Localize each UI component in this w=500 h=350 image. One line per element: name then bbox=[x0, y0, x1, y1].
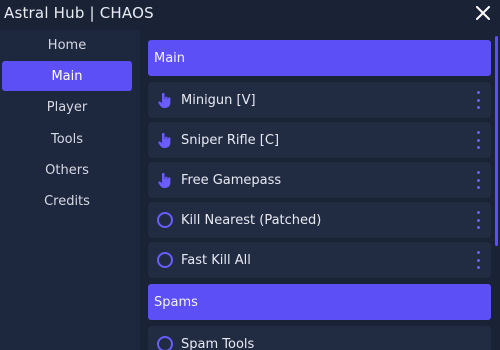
sidebar-item-label: Others bbox=[45, 162, 89, 178]
sidebar-item-label: Tools bbox=[50, 131, 84, 147]
button-minigun[interactable]: Minigun [V] bbox=[148, 82, 491, 118]
row-label: Minigun [V] bbox=[181, 92, 256, 108]
pointer-hand-icon bbox=[156, 91, 174, 109]
content-panel: Main Minigun [V] Sniper Rifle [C] Free G… bbox=[140, 30, 500, 350]
section-title: Main bbox=[154, 50, 186, 66]
sidebar-item-tools[interactable]: Tools bbox=[2, 124, 132, 154]
toggle-fast-kill-all[interactable]: Fast Kill All bbox=[148, 242, 491, 278]
sidebar: Home Main Player Tools Others Credits bbox=[0, 30, 140, 350]
section-title: Spams bbox=[154, 294, 198, 310]
sidebar-item-label: Home bbox=[47, 37, 87, 53]
sidebar-item-others[interactable]: Others bbox=[2, 155, 132, 185]
sidebar-item-credits[interactable]: Credits bbox=[2, 186, 132, 216]
sidebar-item-home[interactable]: Home bbox=[2, 30, 132, 60]
toggle-spam-tools[interactable]: Spam Tools bbox=[148, 326, 491, 350]
toggle-circle-icon[interactable] bbox=[156, 251, 174, 269]
toggle-circle-icon[interactable] bbox=[156, 335, 174, 350]
section-header-main: Main bbox=[148, 40, 491, 76]
button-sniper-rifle[interactable]: Sniper Rifle [C] bbox=[148, 122, 491, 158]
pointer-hand-icon bbox=[156, 171, 174, 189]
pointer-hand-icon bbox=[156, 131, 174, 149]
row-label: Fast Kill All bbox=[181, 252, 251, 268]
toggle-kill-nearest[interactable]: Kill Nearest (Patched) bbox=[148, 202, 491, 238]
sidebar-item-label: Main bbox=[51, 68, 83, 84]
scrollbar[interactable] bbox=[495, 36, 498, 246]
more-options-icon[interactable] bbox=[473, 251, 483, 269]
title-bar: Astral Hub | CHAOS bbox=[0, 0, 500, 28]
sidebar-item-player[interactable]: Player bbox=[2, 92, 132, 122]
close-icon bbox=[476, 6, 490, 20]
more-options-icon[interactable] bbox=[473, 131, 483, 149]
button-free-gamepass[interactable]: Free Gamepass bbox=[148, 162, 491, 198]
row-label: Spam Tools bbox=[181, 336, 255, 350]
row-label: Sniper Rifle [C] bbox=[181, 132, 280, 148]
sidebar-item-label: Credits bbox=[44, 193, 90, 209]
sidebar-item-main[interactable]: Main bbox=[2, 61, 132, 91]
more-options-icon[interactable] bbox=[473, 171, 483, 189]
row-label: Kill Nearest (Patched) bbox=[181, 212, 322, 228]
more-options-icon[interactable] bbox=[473, 211, 483, 229]
close-button[interactable] bbox=[472, 2, 494, 24]
toggle-circle-icon[interactable] bbox=[156, 211, 174, 229]
window-title: Astral Hub | CHAOS bbox=[4, 4, 154, 22]
section-header-spams: Spams bbox=[148, 284, 491, 320]
more-options-icon[interactable] bbox=[473, 91, 483, 109]
sidebar-item-label: Player bbox=[46, 99, 88, 115]
row-label: Free Gamepass bbox=[181, 172, 282, 188]
